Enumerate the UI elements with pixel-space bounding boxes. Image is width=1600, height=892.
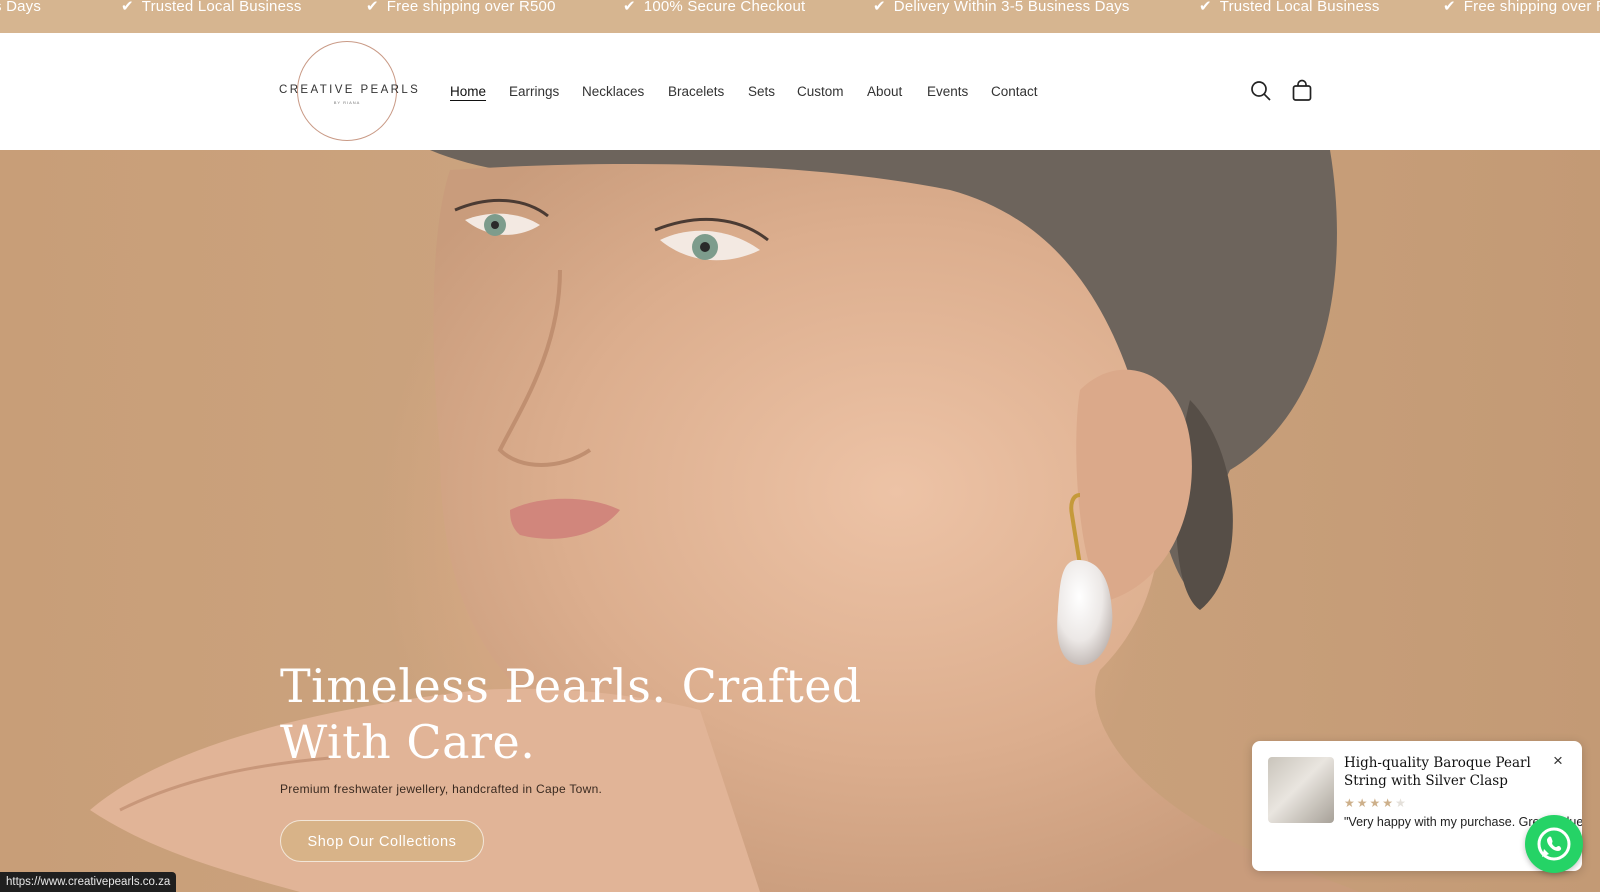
announcement-text: Trusted Local Business [1219,0,1380,15]
nav-link-contact[interactable]: Contact [991,82,1038,102]
announcement-item: ✔ Free shipping over R500 [366,0,556,16]
star-icon: ★ [1369,796,1383,810]
star-icon: ★ [1356,796,1370,810]
nav-link-home[interactable]: Home [450,82,486,102]
announcement-item: ✔ Free shipping over R [1443,0,1600,16]
logo-subtext: BY RIANA [333,100,361,105]
hero-subtitle: Premium freshwater jewellery, handcrafte… [280,782,603,796]
status-bar-url: https://www.creativepearls.co.za [0,872,177,892]
logo-text[interactable]: CREATIVE PEARLS [279,84,418,96]
announcement-item: ✔ Trusted Local Business [121,0,302,16]
announcement-item: s Days [0,0,41,16]
hero-title: Timeless Pearls. Crafted With Care. [280,659,862,769]
nav-link-events[interactable]: Events [927,82,968,102]
check-icon: ✔ [1443,0,1456,15]
check-icon: ✔ [366,0,379,15]
check-icon: ✔ [623,0,636,15]
announcement-item: ✔ Trusted Local Business [1199,0,1380,16]
close-icon[interactable]: × [1550,752,1566,769]
nav-link-earrings[interactable]: Earrings [509,82,559,102]
shop-collections-button[interactable]: Shop Our Collections [280,820,484,862]
announcement-text: 100% Secure Checkout [643,0,806,15]
check-icon: ✔ [121,0,134,15]
search-icon[interactable] [1249,79,1273,103]
cart-icon[interactable] [1290,79,1314,103]
nav-link-bracelets[interactable]: Bracelets [668,82,724,102]
announcement-text: Delivery Within 3-5 Business Days [893,0,1130,15]
announcement-text: s Days [0,0,42,15]
announcement-item: ✔ Delivery Within 3-5 Business Days [873,0,1130,16]
announcement-bar: s Days ✔ Trusted Local Business ✔ Free shi… [0,0,1600,33]
star-icon: ★ [1382,796,1396,810]
product-thumbnail[interactable] [1268,757,1334,823]
nav-link-sets[interactable]: Sets [748,82,775,102]
announcement-text: Free shipping over R [1463,0,1600,15]
announcement-text: Trusted Local Business [141,0,302,15]
nav-link-about[interactable]: About [867,82,902,102]
check-icon: ✔ [1199,0,1212,15]
site-header: CREATIVE PEARLS BY RIANA Home Earrings N… [0,33,1600,150]
announcement-text: Free shipping over R500 [386,0,556,15]
rating-stars: ★★★★★ [1344,796,1408,810]
star-empty-icon: ★ [1395,796,1408,810]
star-icon: ★ [1344,796,1357,810]
announcement-item: ✔ 100% Secure Checkout [623,0,805,16]
nav-link-necklaces[interactable]: Necklaces [582,82,644,102]
nav-link-custom[interactable]: Custom [797,82,844,102]
whatsapp-icon[interactable] [1525,815,1583,873]
review-product-title[interactable]: High-quality Baroque Pearl String with S… [1344,754,1549,790]
check-icon: ✔ [873,0,886,15]
